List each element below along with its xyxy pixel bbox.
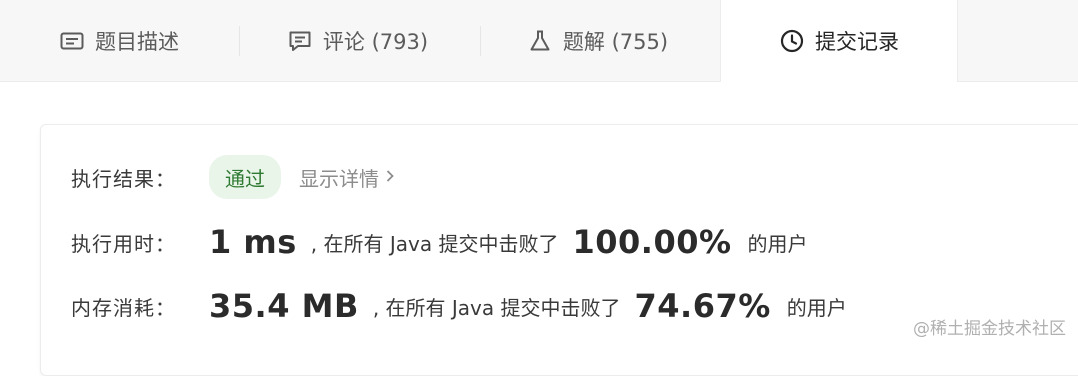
- tab-description[interactable]: 题目描述: [24, 0, 214, 81]
- chevron-right-icon: [385, 165, 395, 189]
- description-icon: [59, 28, 85, 54]
- tab-submissions[interactable]: 提交记录: [720, 0, 958, 82]
- tab-solutions-label: 题解 (755): [562, 29, 669, 54]
- runtime-row: 执行用时： 1 ms , 在所有 Java 提交中击败了 100.00% 的用户: [71, 223, 808, 261]
- tab-bar: 题目描述 评论 (793) 题解 (755) 提交记录: [0, 0, 1078, 82]
- runtime-value: 1 ms: [209, 223, 297, 261]
- tab-solutions[interactable]: 题解 (755): [495, 0, 700, 81]
- tab-comments[interactable]: 评论 (793): [255, 0, 460, 81]
- status-label: 执行结果：: [71, 166, 176, 191]
- runtime-suffix: 的用户: [747, 231, 808, 256]
- tab-description-label: 题目描述: [95, 29, 179, 54]
- memory-label: 内存消耗：: [71, 295, 176, 320]
- memory-row: 内存消耗： 35.4 MB , 在所有 Java 提交中击败了 74.67% 的…: [71, 287, 847, 325]
- result-row: 执行结果： 通过 显示详情: [71, 155, 395, 199]
- flask-icon: [527, 28, 553, 54]
- runtime-beat-text: , 在所有 Java 提交中击败了: [310, 231, 559, 256]
- watermark: @稀土掘金技术社区: [913, 319, 1066, 339]
- tab-divider: [480, 26, 481, 56]
- clock-icon: [779, 28, 805, 54]
- tab-divider: [239, 26, 240, 56]
- comment-icon: [287, 28, 313, 54]
- memory-value: 35.4 MB: [209, 287, 359, 325]
- runtime-percent: 100.00%: [572, 223, 732, 261]
- status-badge: 通过: [209, 155, 281, 199]
- memory-percent: 74.67%: [634, 287, 771, 325]
- memory-beat-text: , 在所有 Java 提交中击败了: [372, 295, 621, 320]
- runtime-label: 执行用时：: [71, 231, 176, 256]
- show-details-label: 显示详情: [299, 166, 379, 191]
- memory-suffix: 的用户: [786, 295, 847, 320]
- show-details-link[interactable]: 显示详情: [299, 163, 395, 192]
- tab-submissions-label: 提交记录: [815, 30, 899, 54]
- tab-comments-label: 评论 (793): [322, 29, 429, 54]
